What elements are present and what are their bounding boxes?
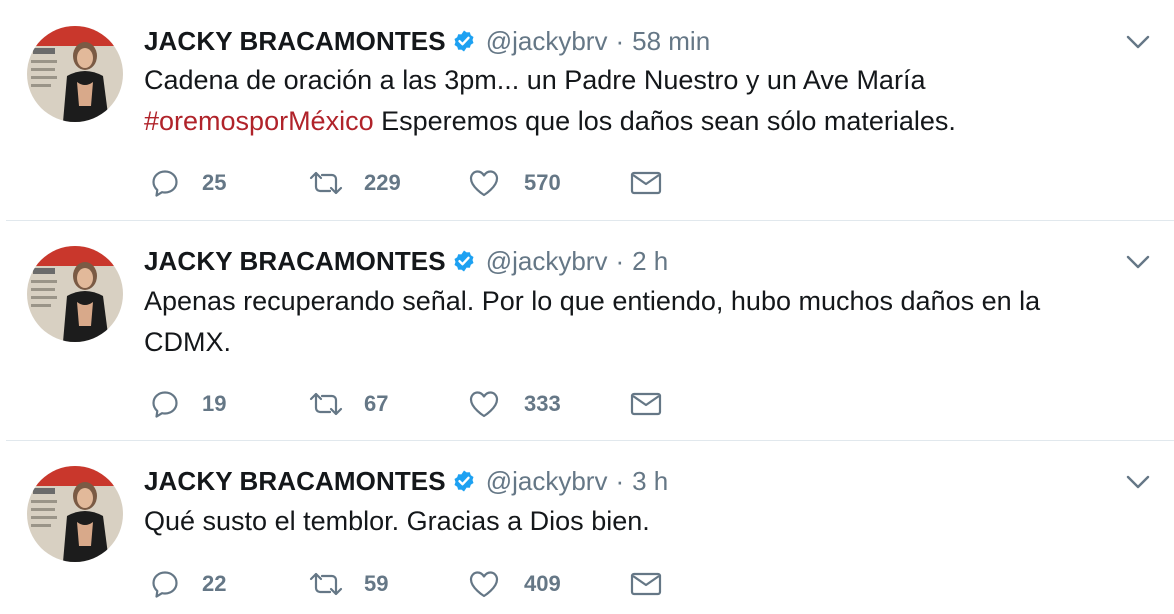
author-handle[interactable]: @jackybrv xyxy=(486,26,608,57)
retweet-button[interactable]: 229 xyxy=(308,163,401,203)
tweet-text-line: #oremosporMéxico Esperemos que los daños… xyxy=(144,101,1134,142)
reply-icon xyxy=(150,389,180,419)
envelope-icon xyxy=(630,570,662,598)
separator-dot: · xyxy=(615,245,625,276)
heart-icon xyxy=(468,168,500,198)
chevron-down-icon[interactable] xyxy=(1124,248,1152,276)
reply-button[interactable]: 19 xyxy=(150,384,226,424)
like-count: 570 xyxy=(524,170,561,195)
avatar-image xyxy=(27,466,123,562)
tweet-2[interactable]: JACKY BRACAMONTES @jackybrv · 2 h Apenas… xyxy=(0,221,1174,440)
separator-dot: · xyxy=(615,465,625,496)
reply-count: 22 xyxy=(202,571,227,596)
envelope-icon xyxy=(630,390,662,418)
author-name[interactable]: JACKY BRACAMONTES xyxy=(144,246,446,277)
retweet-icon xyxy=(308,389,344,419)
tweet-3[interactable]: JACKY BRACAMONTES @jackybrv · 3 h Qué su… xyxy=(0,441,1174,614)
avatar-image xyxy=(27,26,123,122)
retweet-count: 229 xyxy=(364,170,401,195)
verified-badge-icon xyxy=(452,469,476,493)
direct-message-button[interactable] xyxy=(630,384,662,424)
direct-message-button[interactable] xyxy=(630,564,662,604)
author-name[interactable]: JACKY BRACAMONTES xyxy=(144,26,446,57)
verified-badge-icon xyxy=(452,29,476,53)
heart-icon xyxy=(468,569,500,599)
avatar[interactable] xyxy=(27,26,123,122)
tweet-text: Cadena de oración a las 3pm... un Padre … xyxy=(144,60,1134,142)
tweet-timestamp[interactable]: 58 min xyxy=(632,26,710,57)
author-handle[interactable]: @jackybrv xyxy=(486,246,608,277)
reply-button[interactable]: 25 xyxy=(150,163,226,203)
tweet-header: JACKY BRACAMONTES @jackybrv · 2 h xyxy=(144,243,668,279)
author-name[interactable]: JACKY BRACAMONTES xyxy=(144,466,446,497)
retweet-count: 67 xyxy=(364,391,389,416)
like-count: 333 xyxy=(524,391,561,416)
tweet-text-rest: Esperemos que los daños sean sólo materi… xyxy=(373,106,956,136)
heart-icon xyxy=(468,389,500,419)
retweet-button[interactable]: 67 xyxy=(308,384,388,424)
tweet-1[interactable]: JACKY BRACAMONTES @jackybrv · 58 min Cad… xyxy=(0,0,1174,220)
hashtag-link[interactable]: #oremosporMéxico xyxy=(144,106,374,136)
tweet-text: Apenas recuperando señal. Por lo que ent… xyxy=(144,281,1134,363)
verified-badge-icon xyxy=(452,249,476,273)
tweet-timestamp[interactable]: 3 h xyxy=(632,466,668,497)
avatar[interactable] xyxy=(27,466,123,562)
envelope-icon xyxy=(630,169,662,197)
like-button[interactable]: 409 xyxy=(468,564,561,604)
reply-count: 19 xyxy=(202,391,227,416)
chevron-down-icon[interactable] xyxy=(1124,28,1152,56)
reply-icon xyxy=(150,569,180,599)
chevron-down-icon[interactable] xyxy=(1124,468,1152,496)
retweet-button[interactable]: 59 xyxy=(308,564,388,604)
avatar[interactable] xyxy=(27,246,123,342)
like-count: 409 xyxy=(524,571,561,596)
like-button[interactable]: 570 xyxy=(468,163,561,203)
direct-message-button[interactable] xyxy=(630,163,662,203)
tweet-text-line: CDMX. xyxy=(144,327,231,357)
reply-icon xyxy=(150,168,180,198)
author-handle[interactable]: @jackybrv xyxy=(486,466,608,497)
tweet-timestamp[interactable]: 2 h xyxy=(632,246,668,277)
tweet-header: JACKY BRACAMONTES @jackybrv · 58 min xyxy=(144,23,710,59)
tweet-text-line: Qué susto el temblor. Gracias a Dios bie… xyxy=(144,506,650,536)
tweet-header: JACKY BRACAMONTES @jackybrv · 3 h xyxy=(144,463,668,499)
retweet-icon xyxy=(308,569,344,599)
avatar-image xyxy=(27,246,123,342)
retweet-icon xyxy=(308,168,344,198)
tweet-text-line: Cadena de oración a las 3pm... un Padre … xyxy=(144,65,926,95)
reply-button[interactable]: 22 xyxy=(150,564,226,604)
like-button[interactable]: 333 xyxy=(468,384,561,424)
reply-count: 25 xyxy=(202,170,227,195)
separator-dot: · xyxy=(615,25,625,56)
tweet-text-line: Apenas recuperando señal. Por lo que ent… xyxy=(144,286,1041,316)
tweet-text: Qué susto el temblor. Gracias a Dios bie… xyxy=(144,501,1134,542)
retweet-count: 59 xyxy=(364,571,389,596)
